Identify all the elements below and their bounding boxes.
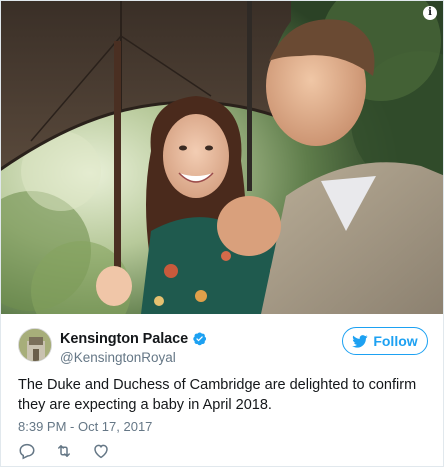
tweet-actions — [18, 442, 129, 460]
user-handle[interactable]: @KensingtonRoyal — [60, 350, 207, 365]
tweet-photo[interactable]: i — [1, 1, 443, 314]
retweet-icon[interactable] — [55, 442, 73, 460]
like-heart-icon[interactable] — [92, 442, 110, 460]
tweet-text-line-2: they are expecting a baby in April 2018. — [18, 397, 272, 413]
tweet-text-line-1: The Duke and Duchess of Cambridge are de… — [18, 377, 417, 393]
follow-button[interactable]: Follow — [342, 327, 428, 355]
photo-illustration — [1, 1, 443, 314]
twitter-bird-icon — [352, 334, 368, 348]
tweet-header: Kensington Palace @KensingtonRoyal Follo… — [1, 325, 443, 369]
avatar-image — [19, 329, 51, 361]
follow-label: Follow — [373, 333, 418, 349]
user-block: Kensington Palace @KensingtonRoyal — [60, 330, 207, 365]
avatar[interactable] — [18, 328, 52, 362]
tweet-text: The Duke and Duchess of Cambridge are de… — [18, 375, 433, 415]
verified-badge-icon — [192, 331, 207, 346]
info-icon[interactable]: i — [423, 6, 437, 20]
name-row: Kensington Palace — [60, 330, 207, 347]
display-name[interactable]: Kensington Palace — [60, 331, 188, 347]
reply-icon[interactable] — [18, 442, 36, 460]
tweet-timestamp[interactable]: 8:39 PM - Oct 17, 2017 — [18, 419, 152, 434]
embedded-tweet-card: i Kensington Palace @KensingtonRoyal Fol… — [0, 0, 444, 467]
